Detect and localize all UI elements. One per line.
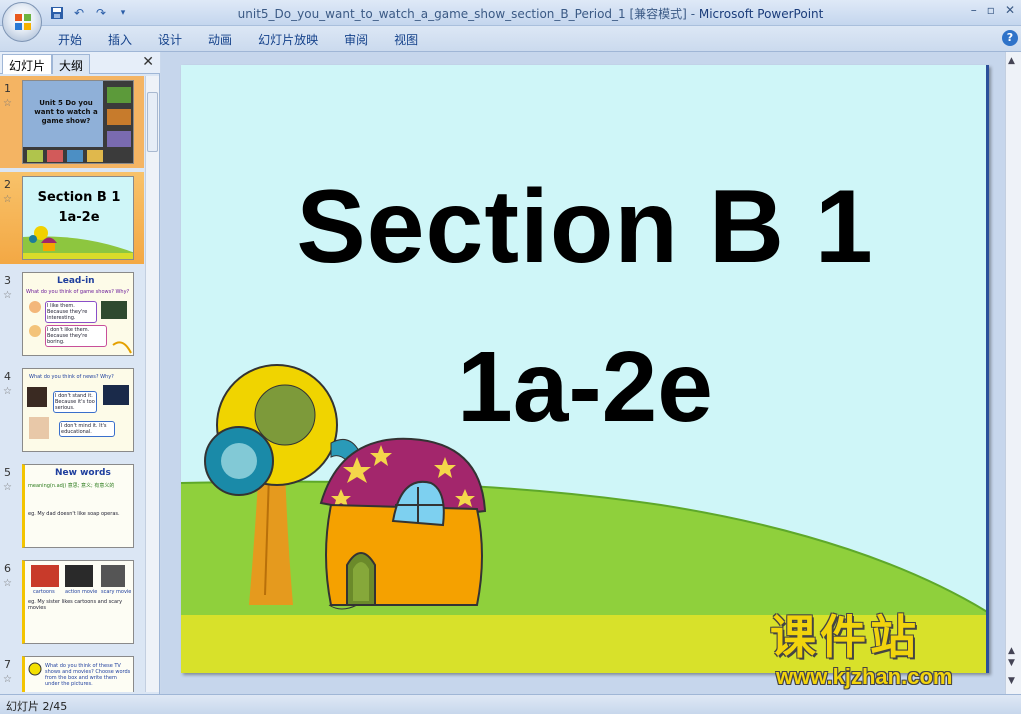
slide-thumbnail[interactable]: Unit 5 Do you want to watch a game show? [22,80,134,164]
thumbnail-row-4[interactable]: 4 ☆ What do you think of news? Why? I do… [0,364,144,456]
thumbnail-subtitle: 1a-2e [58,210,100,225]
office-logo-icon [15,14,31,30]
tab-view[interactable]: 视图 [394,31,432,48]
help-icon[interactable]: ? [1002,30,1018,46]
watermark-url: www.kjzhan.com [776,664,953,689]
thumbnail-illustration [29,301,132,354]
thumbnail-row-7[interactable]: 7 ☆ What do you think of these TV shows … [0,652,144,692]
thumbnail-title: Unit 5 Do you want to watch a game show? [34,99,98,125]
slide-thumbnail-selected[interactable]: Section B 1 1a-2e [22,176,134,260]
animation-star-icon: ☆ [3,386,12,397]
tab-animations[interactable]: 动画 [208,31,246,48]
slide-thumbnail[interactable]: What do you think of these TV shows and … [22,656,134,692]
animation-star-icon: ☆ [3,482,12,493]
watermark-logo-text: 课件站 [770,610,920,664]
tab-insert[interactable]: 插入 [108,31,146,48]
slide-counter: 幻灯片 2/45 [6,700,68,713]
office-button[interactable] [2,2,42,42]
maximize-button[interactable]: ▫ [987,3,995,17]
slide-number: 7 [4,658,11,671]
slide-number: 2 [4,178,11,191]
thumbnail-title: Section B 1 [37,190,121,205]
scroll-down-icon[interactable]: ▼ [1008,676,1015,686]
slide-number: 4 [4,370,11,383]
animation-star-icon: ☆ [3,194,12,205]
slide-title[interactable]: Section B 1 [181,175,986,279]
thumbnail-text: What do you think of these TV shows and … [45,663,131,687]
slide-thumbnails: 1 ☆ Unit 5 Do you want to watch a game s… [0,76,144,692]
ribbon-tabs: 开始 插入 设计 动画 幻灯片放映 审阅 视图 ? [0,26,1021,52]
animation-star-icon: ☆ [3,674,12,685]
tab-slideshow[interactable]: 幻灯片放映 [258,31,332,48]
thumbnail-text: eg. My dad doesn't like soap operas. [28,511,120,517]
tab-slides[interactable]: 幻灯片 [2,54,53,74]
slide-subtitle[interactable]: 1a-2e [181,337,986,437]
animation-star-icon: ☆ [3,98,12,109]
window-title: unit5_Do_you_want_to_watch_a_game_show_s… [237,7,824,21]
tab-review[interactable]: 审阅 [344,31,382,48]
thumbnail-row-3[interactable]: 3 ☆ Lead-in What do you think of game sh… [0,268,144,360]
animation-star-icon: ☆ [3,290,12,301]
slide-thumbnail[interactable]: cartoons action movie scary movie eg. My… [22,560,134,644]
next-slide-icon[interactable]: ▼ [1008,658,1015,668]
slide-thumbnail[interactable]: New words meaning(n.adj) 意思; 意义; 有意义的 eg… [22,464,134,548]
status-bar: 幻灯片 2/45 [0,694,1021,714]
slide-number: 5 [4,466,11,479]
slide-scrollbar[interactable]: ▲ ▲ ▼ ▼ [1005,52,1021,694]
thumbnail-caption: scary movie [101,589,132,595]
thumbnail-illustration [27,385,129,439]
scroll-up-icon[interactable]: ▲ [1008,56,1015,66]
minimize-button[interactable]: – [971,3,977,17]
thumbnail-text: eg. My sister likes cartoons and scary m… [28,599,123,611]
scrollbar-thumb[interactable] [147,92,158,152]
slide-thumbnail[interactable]: What do you think of news? Why? I don't … [22,368,134,452]
slide-thumbnail[interactable]: Lead-in What do you think of game shows?… [22,272,134,356]
previous-slide-icon[interactable]: ▲ [1008,646,1015,656]
slide-editor: Section B 1 1a-2e [161,52,1005,694]
tab-design[interactable]: 设计 [158,31,196,48]
thumbnail-text: meaning(n.adj) 意思; 意义; 有意义的 [28,483,115,489]
slides-panel: 幻灯片 大纲 ✕ 1 ☆ Unit 5 Do you want to watch… [0,52,160,694]
thumbnail-scrollbar[interactable] [145,76,159,692]
slide-canvas[interactable]: Section B 1 1a-2e [181,65,989,673]
thumbnail-row-1[interactable]: 1 ☆ Unit 5 Do you want to watch a game s… [0,76,144,168]
thumbnail-caption: cartoons [33,589,55,595]
close-button[interactable]: ✕ [1005,3,1015,17]
thumbnail-row-5[interactable]: 5 ☆ New words meaning(n.adj) 意思; 意义; 有意义… [0,460,144,552]
close-icon[interactable]: ✕ [142,54,154,70]
slide-number: 3 [4,274,11,287]
animation-star-icon: ☆ [3,578,12,589]
thumbnail-header: New words [55,468,111,478]
thumbnail-row-6[interactable]: 6 ☆ cartoons action movie scary movie eg… [0,556,144,648]
window-controls: – ▫ ✕ [971,3,1015,17]
tab-outline[interactable]: 大纲 [52,54,91,74]
panel-tabs: 幻灯片 大纲 ✕ [0,52,160,74]
slide-number: 6 [4,562,11,575]
tab-home[interactable]: 开始 [58,31,96,48]
title-bar: ↶ ↷ ▾ unit5_Do_you_want_to_watch_a_game_… [0,0,1021,26]
thumbnail-caption: action movie [65,589,98,595]
thumbnail-row-2[interactable]: 2 ☆ Section B 1 1a-2e [0,172,144,264]
slide-number: 1 [4,82,11,95]
